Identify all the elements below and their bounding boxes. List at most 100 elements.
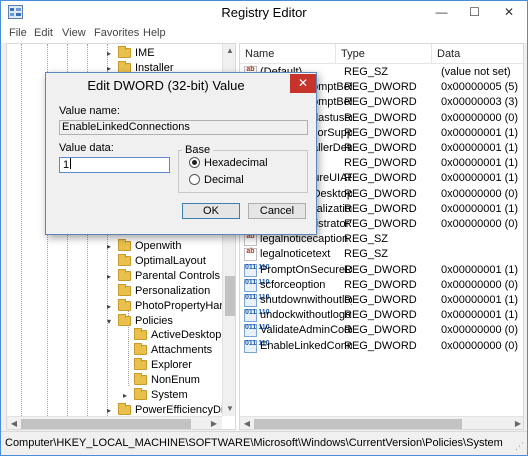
dialog-close-button[interactable]: ✕ (290, 74, 316, 93)
hexadecimal-radio-label[interactable]: Hexadecimal (204, 157, 268, 169)
registry-value-row[interactable]: 011 110 undockwithoutlogon REG_DWORD 0x0000… (240, 308, 523, 323)
folder-icon (118, 299, 131, 311)
registry-value-row[interactable]: ab legalnoticetext REG_SZ (240, 247, 523, 262)
expand-arrow-icon[interactable]: ▸ (107, 46, 117, 61)
scroll-thumb[interactable] (254, 419, 462, 429)
scroll-thumb[interactable] (21, 419, 191, 429)
folder-icon (118, 239, 131, 251)
expand-arrow-icon[interactable]: ▸ (107, 239, 117, 254)
menu-favorites[interactable]: Favorites (94, 27, 139, 39)
dialog-title: Edit DWORD (32-bit) Value (87, 78, 245, 93)
folder-icon (134, 373, 147, 385)
expand-arrow-icon[interactable]: ▸ (107, 299, 117, 314)
tree-item-label: Explorer (151, 359, 192, 371)
value-type: REG_DWORD (344, 218, 417, 230)
scroll-down-arrow-icon[interactable]: ▼ (223, 402, 235, 416)
value-type: REG_SZ (344, 66, 389, 78)
value-data-text: 1 (63, 159, 70, 171)
menu-help[interactable]: Help (143, 27, 166, 39)
menu-bar: File Edit View Favorites Help (1, 23, 527, 43)
tree-horizontal-scrollbar[interactable]: ◀ ▶ (7, 416, 222, 429)
scroll-left-arrow-icon[interactable]: ◀ (7, 417, 21, 429)
value-data: 0x00000000 (0) (441, 187, 519, 200)
tree-item-label: OptimalLayout (135, 255, 206, 267)
minimize-button[interactable]: — (425, 1, 458, 23)
reg-sz-icon: ab (244, 233, 257, 247)
tree-item-label: IME (135, 47, 155, 59)
value-data: (value not set) (441, 66, 511, 78)
ok-button[interactable]: OK (182, 203, 240, 219)
menu-view[interactable]: View (62, 27, 86, 39)
folder-icon (118, 403, 131, 415)
column-header-data[interactable]: Data (432, 44, 523, 64)
folder-icon (118, 314, 131, 326)
value-name: ValidateAdminCodeSignatures (260, 324, 352, 337)
value-type: REG_DWORD (344, 81, 417, 94)
close-button[interactable]: ✕ (491, 1, 527, 23)
expand-arrow-icon[interactable]: ▸ (123, 388, 133, 403)
reg-dword-icon: 011 110 (244, 324, 270, 338)
value-type: REG_DWORD (344, 339, 417, 352)
tree-item-label: System (151, 389, 188, 401)
value-name: PromptOnSecureDesktop (260, 263, 352, 276)
folder-icon (134, 343, 147, 355)
registry-value-row[interactable]: 011 110 scforceoption REG_DWORD 0x00000000 … (240, 278, 523, 293)
value-data: 0x00000001 (1) (441, 263, 519, 276)
reg-dword-icon: 011 110 (244, 263, 270, 277)
registry-value-row[interactable]: 011 110PromptOnSecureDesktopREG_DWORD 0x0… (240, 263, 523, 278)
list-header: Name Type Data (240, 44, 523, 64)
value-type: REG_DWORD (344, 157, 417, 170)
reg-dword-icon: 011 110 (244, 309, 270, 323)
resize-grip-icon[interactable]: ⋰ (515, 441, 524, 452)
expand-arrow-icon[interactable]: ▾ (107, 314, 117, 329)
value-data: 0x00000000 (0) (441, 324, 519, 337)
status-bar: Computer\HKEY_LOCAL_MACHINE\SOFTWARE\Mic… (1, 431, 527, 455)
value-type: REG_DWORD (344, 187, 417, 200)
value-data: 0x00000000 (0) (441, 218, 519, 230)
decimal-radio[interactable] (189, 174, 200, 185)
registry-value-row[interactable]: 011 110ValidateAdminCodeSignaturesREG_DW… (240, 323, 523, 338)
scroll-right-arrow-icon[interactable]: ▶ (511, 417, 523, 429)
value-data-label: Value data: (59, 142, 114, 154)
value-data: 0x00000001 (1) (441, 202, 519, 215)
scroll-thumb[interactable] (225, 276, 235, 316)
value-type: REG_SZ (344, 248, 389, 261)
value-type: REG_DWORD (344, 172, 417, 185)
expand-arrow-icon[interactable]: ▸ (107, 269, 117, 284)
value-data: 0x00000001 (1) (441, 294, 519, 306)
folder-icon (118, 284, 131, 296)
tree-item-label: PhotoPropertyHand (135, 300, 232, 312)
registry-value-row[interactable]: 011 110EnableLinkedConnectionsREG_DWORD 0… (240, 339, 523, 354)
folder-icon (134, 328, 147, 340)
value-data-input[interactable]: 1 (59, 157, 170, 173)
menu-file[interactable]: File (9, 27, 27, 39)
reg-sz-icon: ab (244, 248, 257, 262)
value-data: 0x00000001 (1) (441, 309, 519, 322)
registry-value-row[interactable]: 011 110shutdownwithoutlogonREG_DWORD 0x00… (240, 293, 523, 308)
title-bar: Registry Editor — ☐ ✕ (1, 1, 527, 23)
value-name-label: Value name: (59, 105, 120, 117)
value-type: REG_DWORD (344, 263, 417, 276)
menu-edit[interactable]: Edit (34, 27, 53, 39)
text-caret (70, 158, 72, 169)
scroll-up-arrow-icon[interactable]: ▲ (223, 44, 235, 58)
dialog-title-bar: Edit DWORD (32-bit) Value ✕ (46, 73, 316, 98)
column-header-type[interactable]: Type (336, 44, 432, 64)
tree-item-label: Personalization (135, 285, 211, 297)
scroll-left-arrow-icon[interactable]: ◀ (240, 417, 254, 429)
cancel-button[interactable]: Cancel (248, 203, 306, 219)
value-type: REG_DWORD (344, 96, 417, 109)
reg-dword-icon: 011 110 (244, 294, 270, 307)
value-name: EnableLinkedConnections (260, 339, 352, 352)
scroll-right-arrow-icon[interactable]: ▶ (207, 417, 221, 429)
column-header-name[interactable]: Name (240, 44, 336, 64)
value-type: REG_DWORD (344, 324, 417, 337)
base-group-label: Base (182, 144, 214, 156)
hexadecimal-radio[interactable] (189, 157, 200, 168)
folder-icon (134, 388, 147, 400)
list-horizontal-scrollbar[interactable]: ◀ ▶ (240, 416, 523, 429)
decimal-radio-label[interactable]: Decimal (204, 174, 244, 186)
value-type: REG_SZ (344, 233, 389, 246)
value-data: 0x00000000 (0) (441, 339, 519, 352)
maximize-button[interactable]: ☐ (458, 1, 491, 23)
